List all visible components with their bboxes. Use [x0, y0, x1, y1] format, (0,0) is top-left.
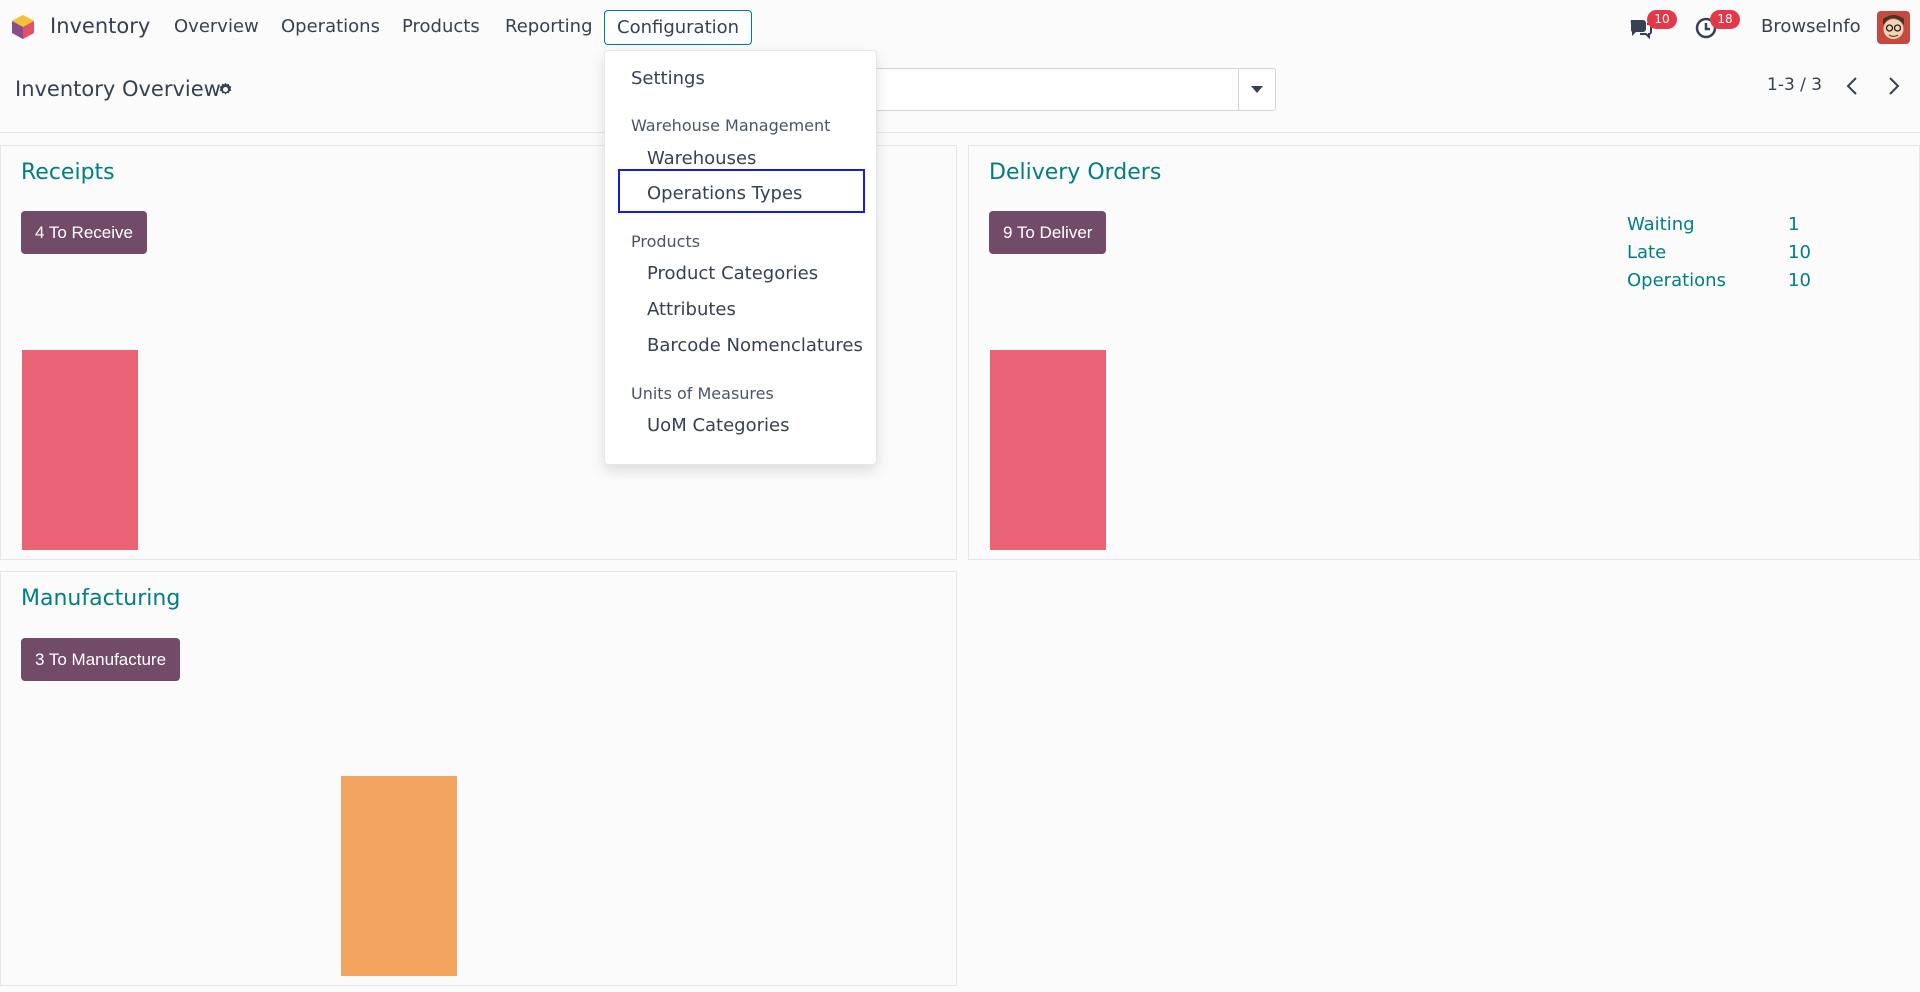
configuration-dropdown-menu: Settings Warehouse Management Warehouses… — [604, 50, 877, 465]
inventory-app-icon[interactable] — [10, 14, 36, 40]
messages-badge: 10 — [1647, 10, 1677, 29]
pager-next-button[interactable] — [1882, 73, 1906, 99]
nav-configuration[interactable]: Configuration — [604, 10, 753, 45]
page-title: Inventory Overview — [15, 77, 221, 101]
menu-header-units-of-measures: Units of Measures — [631, 384, 774, 403]
late-label[interactable]: Late — [1627, 242, 1666, 263]
to-receive-button[interactable]: 4 To Receive — [21, 211, 147, 254]
nav-products[interactable]: Products — [402, 16, 480, 37]
top-navbar: Inventory Overview Operations Products R… — [0, 0, 1920, 53]
nav-operations[interactable]: Operations — [281, 16, 380, 37]
waiting-label[interactable]: Waiting — [1627, 214, 1695, 235]
menu-attributes[interactable]: Attributes — [647, 299, 736, 320]
kanban-view: Receipts 4 To Receive Delivery Orders 9 … — [0, 133, 1920, 992]
receipts-graph-bar[interactable] — [22, 350, 138, 550]
chevron-right-icon — [1889, 77, 1900, 95]
operations-value[interactable]: 10 — [1788, 270, 1811, 291]
to-deliver-button[interactable]: 9 To Deliver — [989, 211, 1107, 254]
menu-warehouses[interactable]: Warehouses — [647, 148, 756, 169]
control-panel: Inventory Overview 1-3 / 3 — [0, 53, 1920, 133]
late-value[interactable]: 10 — [1788, 242, 1811, 263]
menu-barcode-nomenclatures[interactable]: Barcode Nomenclatures — [647, 335, 863, 356]
to-manufacture-button[interactable]: 3 To Manufacture — [21, 638, 181, 681]
operations-label[interactable]: Operations — [1627, 270, 1726, 291]
menu-settings[interactable]: Settings — [631, 68, 705, 89]
search-options-toggle[interactable] — [1238, 68, 1276, 111]
menu-header-warehouse-management: Warehouse Management — [631, 116, 831, 135]
activities-badge: 18 — [1710, 10, 1740, 29]
menu-product-categories[interactable]: Product Categories — [647, 263, 818, 284]
chevron-left-icon — [1846, 77, 1857, 95]
manufacturing-graph-bar[interactable] — [341, 776, 457, 976]
manufacturing-card: Manufacturing 3 To Manufacture — [0, 571, 957, 986]
menu-header-products: Products — [631, 232, 701, 251]
menu-operations-types[interactable]: Operations Types — [647, 183, 802, 204]
nav-overview[interactable]: Overview — [174, 16, 259, 37]
caret-down-icon — [1251, 85, 1263, 93]
app-name[interactable]: Inventory — [50, 14, 150, 38]
delivery-orders-title[interactable]: Delivery Orders — [989, 160, 1161, 185]
gear-icon[interactable] — [217, 81, 234, 98]
delivery-orders-card: Delivery Orders 9 To Deliver Waiting 1 L… — [968, 145, 1920, 560]
delivery-graph-bar[interactable] — [990, 350, 1106, 550]
pager-value[interactable]: 1-3 / 3 — [1767, 75, 1822, 95]
company-switcher[interactable]: BrowseInfo — [1761, 16, 1861, 37]
pager-previous-button[interactable] — [1840, 73, 1864, 99]
manufacturing-title[interactable]: Manufacturing — [21, 586, 180, 611]
menu-uom-categories[interactable]: UoM Categories — [647, 415, 789, 436]
nav-reporting[interactable]: Reporting — [505, 16, 593, 37]
user-avatar[interactable] — [1877, 11, 1910, 44]
receipts-title[interactable]: Receipts — [21, 160, 115, 185]
waiting-value[interactable]: 1 — [1788, 214, 1799, 235]
